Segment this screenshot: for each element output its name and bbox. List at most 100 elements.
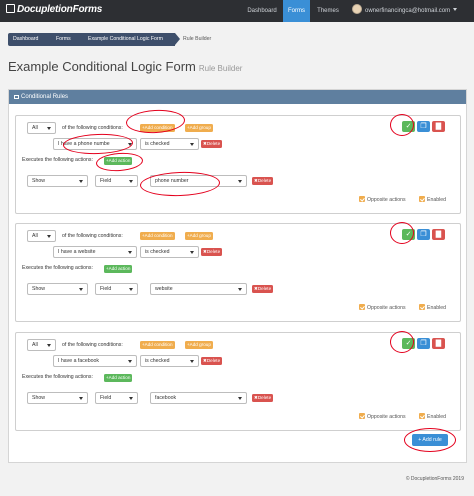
action-type-value: Show [32,286,45,292]
condition-operator-value: is checked [145,358,170,364]
condition-operator-value: is checked [145,141,170,147]
match-value: All [32,125,38,131]
opposite-actions-checkbox[interactable]: Opposite actions [359,196,406,203]
opposite-actions-label: Opposite actions [367,305,406,311]
chevron-down-icon [238,288,242,291]
checkbox-checked-icon [419,413,425,419]
opposite-actions-label: Opposite actions [367,197,406,203]
duplicate-rule-button[interactable]: ❐ [417,229,430,240]
action-field-select[interactable]: facebook [150,392,247,404]
delete-label: Delete [206,141,221,146]
enabled-label: Enabled [427,197,447,203]
chevron-down-icon [79,180,83,183]
delete-rule-button[interactable]: ▇ [432,121,445,132]
chevron-down-icon [190,143,194,146]
delete-action-button[interactable]: ✖Delete [252,177,274,185]
breadcrumb-current: Rule Builder [183,36,212,42]
match-value: All [32,342,38,348]
delete-label: Delete [257,286,272,291]
delete-condition-button[interactable]: ✖Delete [201,248,223,256]
add-group-button[interactable]: +Add group [185,124,213,132]
add-condition-button[interactable]: +Add condition [140,341,175,349]
panel-title: Conditional Rules [21,94,69,100]
add-rule-button[interactable]: + Add rule [412,434,448,446]
nav-forms[interactable]: Forms [283,0,310,22]
action-type-select[interactable]: Show [27,175,88,187]
page-title-text: Example Conditional Logic Form [8,59,196,74]
enabled-checkbox[interactable]: Enabled [419,413,446,420]
condition-field-value: I have a website [58,249,96,255]
condition-operator-select[interactable]: is checked [140,138,199,150]
panel-header: Conditional Rules [9,90,466,104]
form-logo-icon [6,4,15,13]
action-type-select[interactable]: Show [27,392,88,404]
condition-field-select[interactable]: I have a website [53,246,137,258]
user-menu[interactable]: ownerfinancingca@hotmail.com [352,0,458,22]
enabled-checkbox[interactable]: Enabled [419,196,446,203]
nav-dashboard[interactable]: Dashboard [243,0,281,22]
delete-rule-button[interactable]: ▇ [432,338,445,349]
chevron-down-icon [47,235,51,238]
opposite-actions-checkbox[interactable]: Opposite actions [359,413,406,420]
action-target-value: Field [100,178,112,184]
chevron-down-icon [128,360,132,363]
condition-field-value: I have a facebook [58,358,99,364]
delete-label: Delete [257,395,272,400]
opposite-actions-label: Opposite actions [367,414,406,420]
condition-operator-select[interactable]: is checked [140,355,199,367]
action-field-select[interactable]: website [150,283,247,295]
checkbox-checked-icon [419,304,425,310]
action-type-value: Show [32,178,45,184]
chevron-down-icon [47,344,51,347]
condition-operator-select[interactable]: is checked [140,246,199,258]
delete-rule-button[interactable]: ▇ [432,229,445,240]
enabled-label: Enabled [427,305,447,311]
match-select[interactable]: All [27,339,56,351]
executes-label: Executes the following actions: [22,157,93,163]
breadcrumb-form[interactable]: Example Conditional Logic Form [81,33,180,46]
chevron-down-icon [238,397,242,400]
chevron-down-icon [129,288,133,291]
delete-label: Delete [206,249,221,254]
chevron-down-icon [128,251,132,254]
avatar [352,4,362,14]
copy-icon: ❐ [420,123,427,130]
executes-label: Executes the following actions: [22,374,93,380]
chevron-down-icon [190,360,194,363]
add-group-button[interactable]: +Add group [185,232,213,240]
delete-action-button[interactable]: ✖Delete [252,394,274,402]
breadcrumb-dashboard[interactable]: Dashboard [8,33,54,46]
action-target-select[interactable]: Field [95,392,138,404]
page-subtitle: Rule Builder [198,64,243,73]
footer-copyright: © DocupletionForms 2019 [405,476,464,482]
chevron-down-icon [47,127,51,130]
nav-themes[interactable]: Themes [313,0,343,22]
delete-label: Delete [257,178,272,183]
brand-logo[interactable]: DocupletionForms [6,4,102,15]
delete-label: Delete [206,358,221,363]
condition-field-select[interactable]: I have a facebook [53,355,137,367]
checkbox-checked-icon [419,196,425,202]
add-action-button[interactable]: +Add action [104,374,133,382]
trash-icon: ▇ [435,340,442,347]
add-condition-button[interactable]: +Add condition [140,232,175,240]
add-action-button[interactable]: +Add action [104,265,133,273]
action-field-value: facebook [155,395,177,401]
match-value: All [32,233,38,239]
add-group-button[interactable]: +Add group [185,341,213,349]
match-select[interactable]: All [27,230,56,242]
enabled-checkbox[interactable]: Enabled [419,304,446,311]
duplicate-rule-button[interactable]: ❐ [417,338,430,349]
action-target-select[interactable]: Field [95,283,138,295]
delete-condition-button[interactable]: ✖Delete [201,357,223,365]
brand-name: DocupletionForms [17,4,103,15]
delete-action-button[interactable]: ✖Delete [252,285,274,293]
action-type-select[interactable]: Show [27,283,88,295]
trash-icon: ▇ [435,123,442,130]
match-select[interactable]: All [27,122,56,134]
delete-condition-button[interactable]: ✖Delete [201,140,223,148]
executes-label: Executes the following actions: [22,265,93,271]
action-target-select[interactable]: Field [95,175,138,187]
duplicate-rule-button[interactable]: ❐ [417,121,430,132]
opposite-actions-checkbox[interactable]: Opposite actions [359,304,406,311]
